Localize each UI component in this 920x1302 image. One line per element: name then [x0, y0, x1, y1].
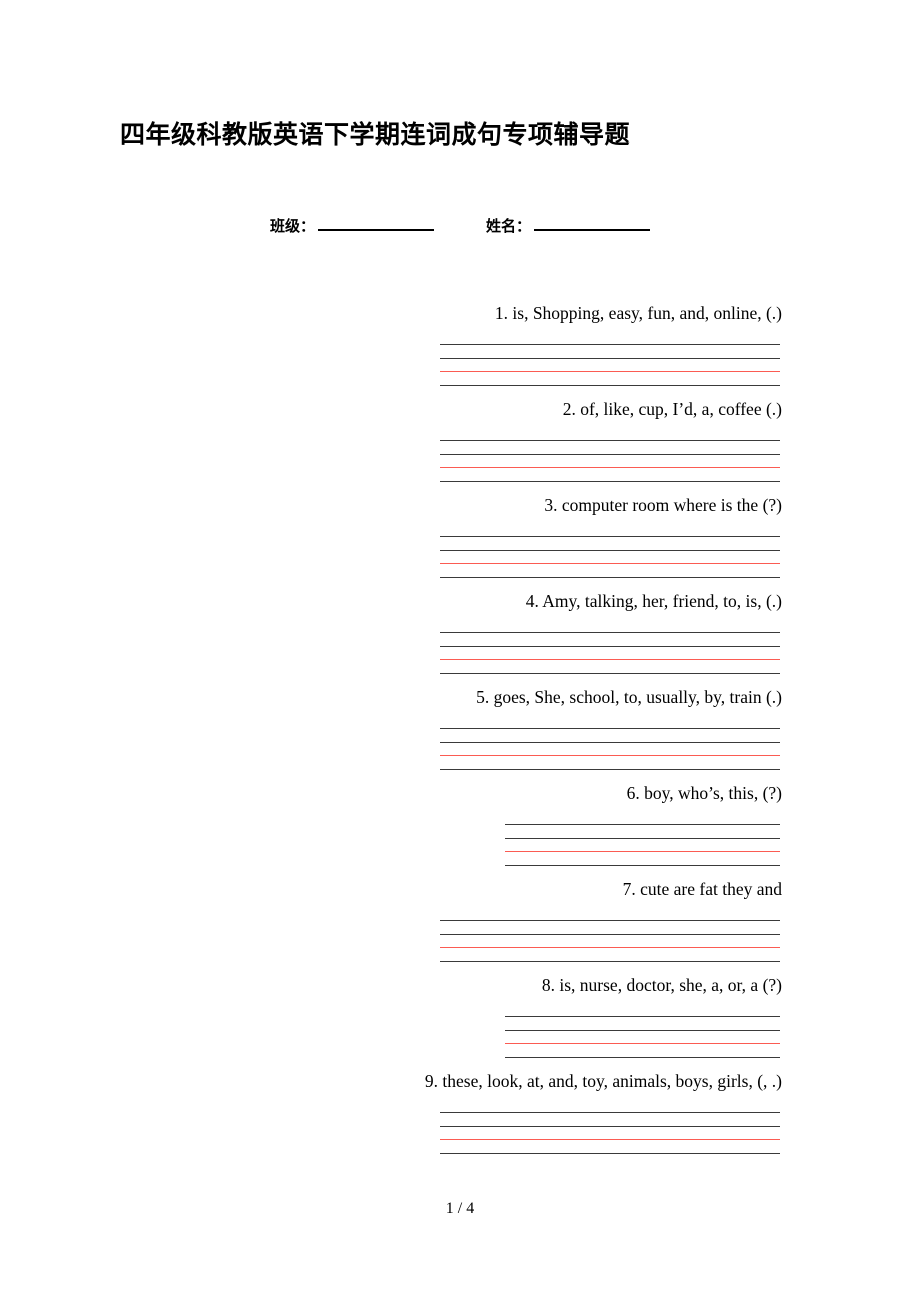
answer-rule-black: [505, 824, 780, 825]
answer-rule-black: [505, 1016, 780, 1017]
answer-rule-black: [440, 440, 780, 441]
answer-lines[interactable]: [440, 434, 780, 484]
name-label: 姓名：: [486, 217, 532, 235]
questions-list: 1. is, Shopping, easy, fun, and, online,…: [0, 300, 920, 1164]
answer-lines[interactable]: [440, 1106, 780, 1156]
question-block: 6. boy, who’s, this, (?): [0, 780, 920, 876]
question-block: 5. goes, She, school, to, usually, by, t…: [0, 684, 920, 780]
worksheet-page: 四年级科教版英语下学期连词成句专项辅导题 班级： 姓名： 1. is, Shop…: [0, 0, 920, 1302]
answer-lines[interactable]: [505, 818, 780, 868]
question-text: 5. goes, She, school, to, usually, by, t…: [476, 687, 782, 707]
answer-rule-black: [440, 454, 780, 455]
answer-rule-red: [440, 563, 780, 564]
answer-rule-black: [440, 1126, 780, 1127]
answer-rule-red: [440, 659, 780, 660]
page-number-footer: 1 / 4: [445, 1200, 475, 1217]
answer-rule-black: [440, 728, 780, 729]
answer-lines[interactable]: [440, 722, 780, 772]
question-text: 8. is, nurse, doctor, she, a, or, a (?): [541, 975, 782, 995]
answer-lines[interactable]: [440, 914, 780, 964]
answer-rule-black: [440, 385, 780, 386]
question-block: 1. is, Shopping, easy, fun, and, online,…: [0, 300, 920, 396]
question-block: 2. of, like, cup, I’d, a, coffee (.): [0, 396, 920, 492]
answer-rule-black: [505, 865, 780, 866]
answer-rule-black: [440, 481, 780, 482]
answer-rule-black: [440, 577, 780, 578]
answer-lines[interactable]: [440, 338, 780, 388]
answer-rule-black: [440, 358, 780, 359]
question-text: 3. computer room where is the (?): [544, 495, 782, 515]
class-field: 班级：: [270, 214, 435, 238]
answer-rule-black: [440, 961, 780, 962]
question-block: 3. computer room where is the (?): [0, 492, 920, 588]
name-blank-line[interactable]: [534, 214, 651, 231]
question-text: 6. boy, who’s, this, (?): [626, 783, 782, 803]
page-title: 四年级科教版英语下学期连词成句专项辅导题: [120, 120, 631, 149]
answer-rule-black: [440, 934, 780, 935]
answer-rule-black: [440, 673, 780, 674]
question-block: 4. Amy, talking, her, friend, to, is, (.…: [0, 588, 920, 684]
student-info-row: 班级： 姓名：: [270, 214, 790, 242]
answer-lines[interactable]: [505, 1010, 780, 1060]
answer-rule-black: [440, 1112, 780, 1113]
answer-rule-red: [440, 371, 780, 372]
answer-lines[interactable]: [440, 626, 780, 676]
name-field: 姓名：: [486, 214, 651, 238]
question-text: 1. is, Shopping, easy, fun, and, online,…: [494, 303, 782, 323]
answer-rule-black: [505, 1057, 780, 1058]
answer-rule-black: [440, 769, 780, 770]
class-blank-line[interactable]: [318, 214, 435, 231]
question-block: 7. cute are fat they and: [0, 876, 920, 972]
answer-rule-black: [440, 344, 780, 345]
question-text: 2. of, like, cup, I’d, a, coffee (.): [562, 399, 782, 419]
answer-rule-black: [440, 646, 780, 647]
answer-rule-black: [440, 550, 780, 551]
answer-rule-red: [440, 467, 780, 468]
question-text: 7. cute are fat they and: [622, 879, 782, 899]
answer-rule-red: [505, 851, 780, 852]
answer-rule-red: [440, 1139, 780, 1140]
question-block: 9. these, look, at, and, toy, animals, b…: [0, 1068, 920, 1164]
question-text: 4. Amy, talking, her, friend, to, is, (.…: [525, 591, 782, 611]
question-text: 9. these, look, at, and, toy, animals, b…: [424, 1071, 782, 1091]
answer-rule-black: [440, 632, 780, 633]
answer-rule-black: [505, 1030, 780, 1031]
answer-rule-black: [440, 536, 780, 537]
answer-rule-red: [440, 947, 780, 948]
answer-lines[interactable]: [440, 530, 780, 580]
answer-rule-black: [440, 742, 780, 743]
answer-rule-red: [505, 1043, 780, 1044]
class-label: 班级：: [270, 217, 316, 235]
answer-rule-red: [440, 755, 780, 756]
answer-rule-black: [440, 1153, 780, 1154]
question-block: 8. is, nurse, doctor, she, a, or, a (?): [0, 972, 920, 1068]
answer-rule-black: [505, 838, 780, 839]
answer-rule-black: [440, 920, 780, 921]
